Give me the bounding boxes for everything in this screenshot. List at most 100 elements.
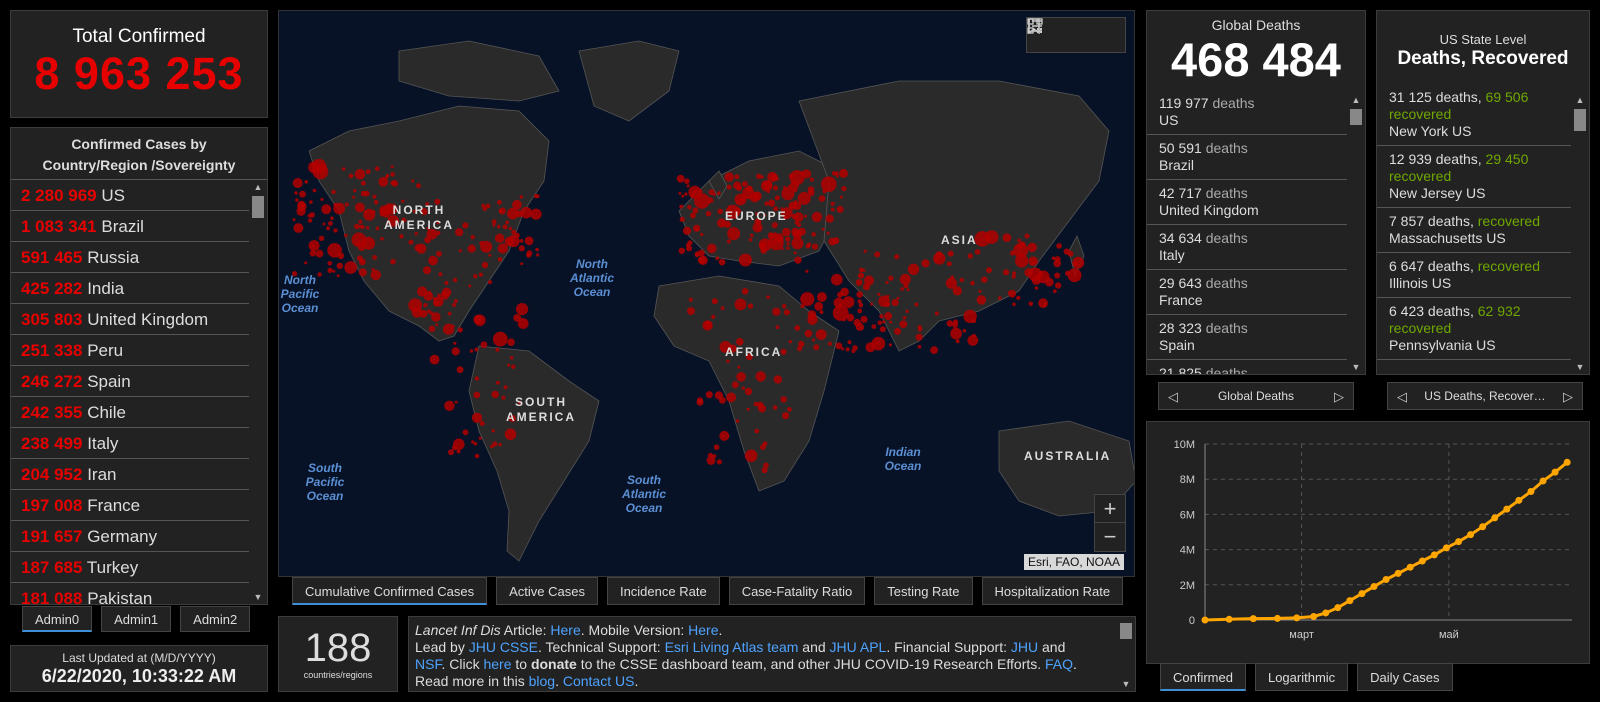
tab-confirmed[interactable]: Confirmed — [1160, 663, 1246, 691]
case-bubble[interactable] — [467, 244, 476, 253]
case-bubble[interactable] — [841, 185, 847, 192]
case-bubble[interactable] — [480, 341, 488, 349]
case-bubble[interactable] — [497, 243, 508, 254]
case-bubble[interactable] — [372, 194, 377, 199]
case-bubble[interactable] — [456, 449, 461, 454]
case-bubble[interactable] — [456, 366, 464, 374]
case-bubble[interactable] — [678, 191, 682, 195]
case-bubble[interactable] — [328, 221, 333, 226]
deaths-row[interactable]: 119 977 deaths US — [1147, 90, 1347, 135]
case-bubble[interactable] — [707, 197, 714, 204]
case-bubble[interactable] — [479, 421, 485, 426]
case-bubble[interactable] — [471, 412, 483, 423]
case-bubble[interactable] — [741, 386, 745, 390]
case-bubble[interactable] — [322, 222, 326, 226]
case-bubble[interactable] — [811, 232, 816, 237]
deaths-row[interactable]: 28 323 deaths Spain — [1147, 315, 1347, 360]
case-bubble[interactable] — [800, 292, 815, 307]
deaths-row[interactable]: 29 643 deaths France — [1147, 270, 1347, 315]
case-bubble[interactable] — [896, 296, 900, 300]
case-bubble[interactable] — [726, 184, 732, 190]
case-bubble[interactable] — [470, 234, 475, 240]
deaths-scrollbar[interactable]: ▲ ▼ — [1349, 95, 1363, 372]
case-bubble[interactable] — [354, 223, 360, 230]
case-bubble[interactable] — [473, 314, 483, 324]
case-bubble[interactable] — [835, 342, 843, 350]
case-bubble[interactable] — [684, 192, 688, 196]
case-bubble[interactable] — [783, 309, 790, 316]
case-bubble[interactable] — [914, 302, 919, 307]
case-bubble[interactable] — [327, 267, 333, 274]
case-bubble[interactable] — [495, 233, 505, 243]
case-bubble[interactable] — [535, 194, 540, 199]
case-bubble[interactable] — [857, 299, 862, 304]
case-bubble[interactable] — [438, 272, 443, 277]
deaths-row[interactable]: 21 825 deaths — [1147, 360, 1347, 374]
case-bubble[interactable] — [435, 323, 439, 327]
country-row[interactable]: 251 338 Peru — [11, 335, 249, 366]
case-bubble[interactable] — [894, 254, 900, 260]
case-bubble[interactable] — [307, 218, 313, 223]
state-row[interactable]: 6 647 deaths, recovered Illinois US — [1377, 253, 1571, 298]
map-canvas[interactable] — [279, 11, 1135, 577]
case-bubble[interactable] — [899, 273, 911, 285]
case-bubble[interactable] — [390, 165, 394, 169]
case-bubble[interactable] — [885, 280, 889, 285]
case-bubble[interactable] — [480, 240, 493, 253]
case-bubble[interactable] — [907, 263, 920, 275]
case-bubble[interactable] — [447, 311, 452, 316]
case-bubble[interactable] — [462, 429, 469, 436]
case-bubble[interactable] — [378, 176, 389, 187]
case-bubble[interactable] — [805, 269, 809, 273]
case-bubble[interactable] — [344, 202, 349, 207]
case-bubble[interactable] — [714, 391, 723, 400]
case-bubble[interactable] — [295, 198, 299, 202]
case-bubble[interactable] — [448, 449, 454, 456]
case-bubble[interactable] — [917, 325, 922, 330]
chevron-right-icon[interactable]: ▷ — [1560, 383, 1576, 410]
case-bubble[interactable] — [819, 310, 824, 315]
case-bubble[interactable] — [981, 276, 988, 283]
case-bubble[interactable] — [793, 251, 797, 255]
case-bubble[interactable] — [734, 174, 740, 180]
case-bubble[interactable] — [811, 243, 819, 250]
case-bubble[interactable] — [359, 259, 364, 263]
case-bubble[interactable] — [972, 333, 976, 338]
case-bubble[interactable] — [871, 324, 877, 329]
case-bubble[interactable] — [788, 340, 793, 344]
case-bubble[interactable] — [952, 322, 959, 328]
case-bubble[interactable] — [370, 269, 381, 281]
case-bubble[interactable] — [888, 275, 894, 281]
case-bubble[interactable] — [856, 291, 863, 298]
case-bubble[interactable] — [374, 166, 380, 171]
case-bubble[interactable] — [697, 256, 706, 264]
case-bubble[interactable] — [371, 268, 375, 272]
case-bubble[interactable] — [691, 194, 695, 198]
case-bubble[interactable] — [731, 381, 739, 389]
case-bubble[interactable] — [727, 227, 741, 241]
case-bubble[interactable] — [840, 195, 843, 199]
case-bubble[interactable] — [930, 346, 938, 354]
case-bubble[interactable] — [786, 242, 790, 246]
case-bubble[interactable] — [794, 325, 801, 331]
case-bubble[interactable] — [333, 228, 338, 233]
case-bubble[interactable] — [788, 184, 792, 189]
case-bubble[interactable] — [685, 243, 690, 248]
state-row[interactable]: 6 423 deaths, 62 932 recovered Pennsylvan… — [1377, 298, 1571, 360]
case-bubble[interactable] — [518, 245, 525, 252]
case-bubble[interactable] — [428, 255, 438, 266]
case-bubble[interactable] — [888, 343, 893, 347]
case-bubble[interactable] — [891, 299, 899, 307]
tab-active-cases[interactable]: Active Cases — [496, 577, 598, 605]
case-bubble[interactable] — [853, 318, 861, 327]
case-bubble[interactable] — [900, 287, 905, 291]
case-bubble[interactable] — [959, 277, 964, 283]
case-bubble[interactable] — [1038, 298, 1048, 309]
case-bubble[interactable] — [327, 261, 333, 266]
case-bubble[interactable] — [705, 210, 712, 217]
case-bubble[interactable] — [724, 172, 734, 182]
case-bubble[interactable] — [719, 430, 730, 441]
case-bubble[interactable] — [351, 232, 367, 248]
case-bubble[interactable] — [390, 172, 395, 177]
case-bubble[interactable] — [782, 412, 790, 420]
